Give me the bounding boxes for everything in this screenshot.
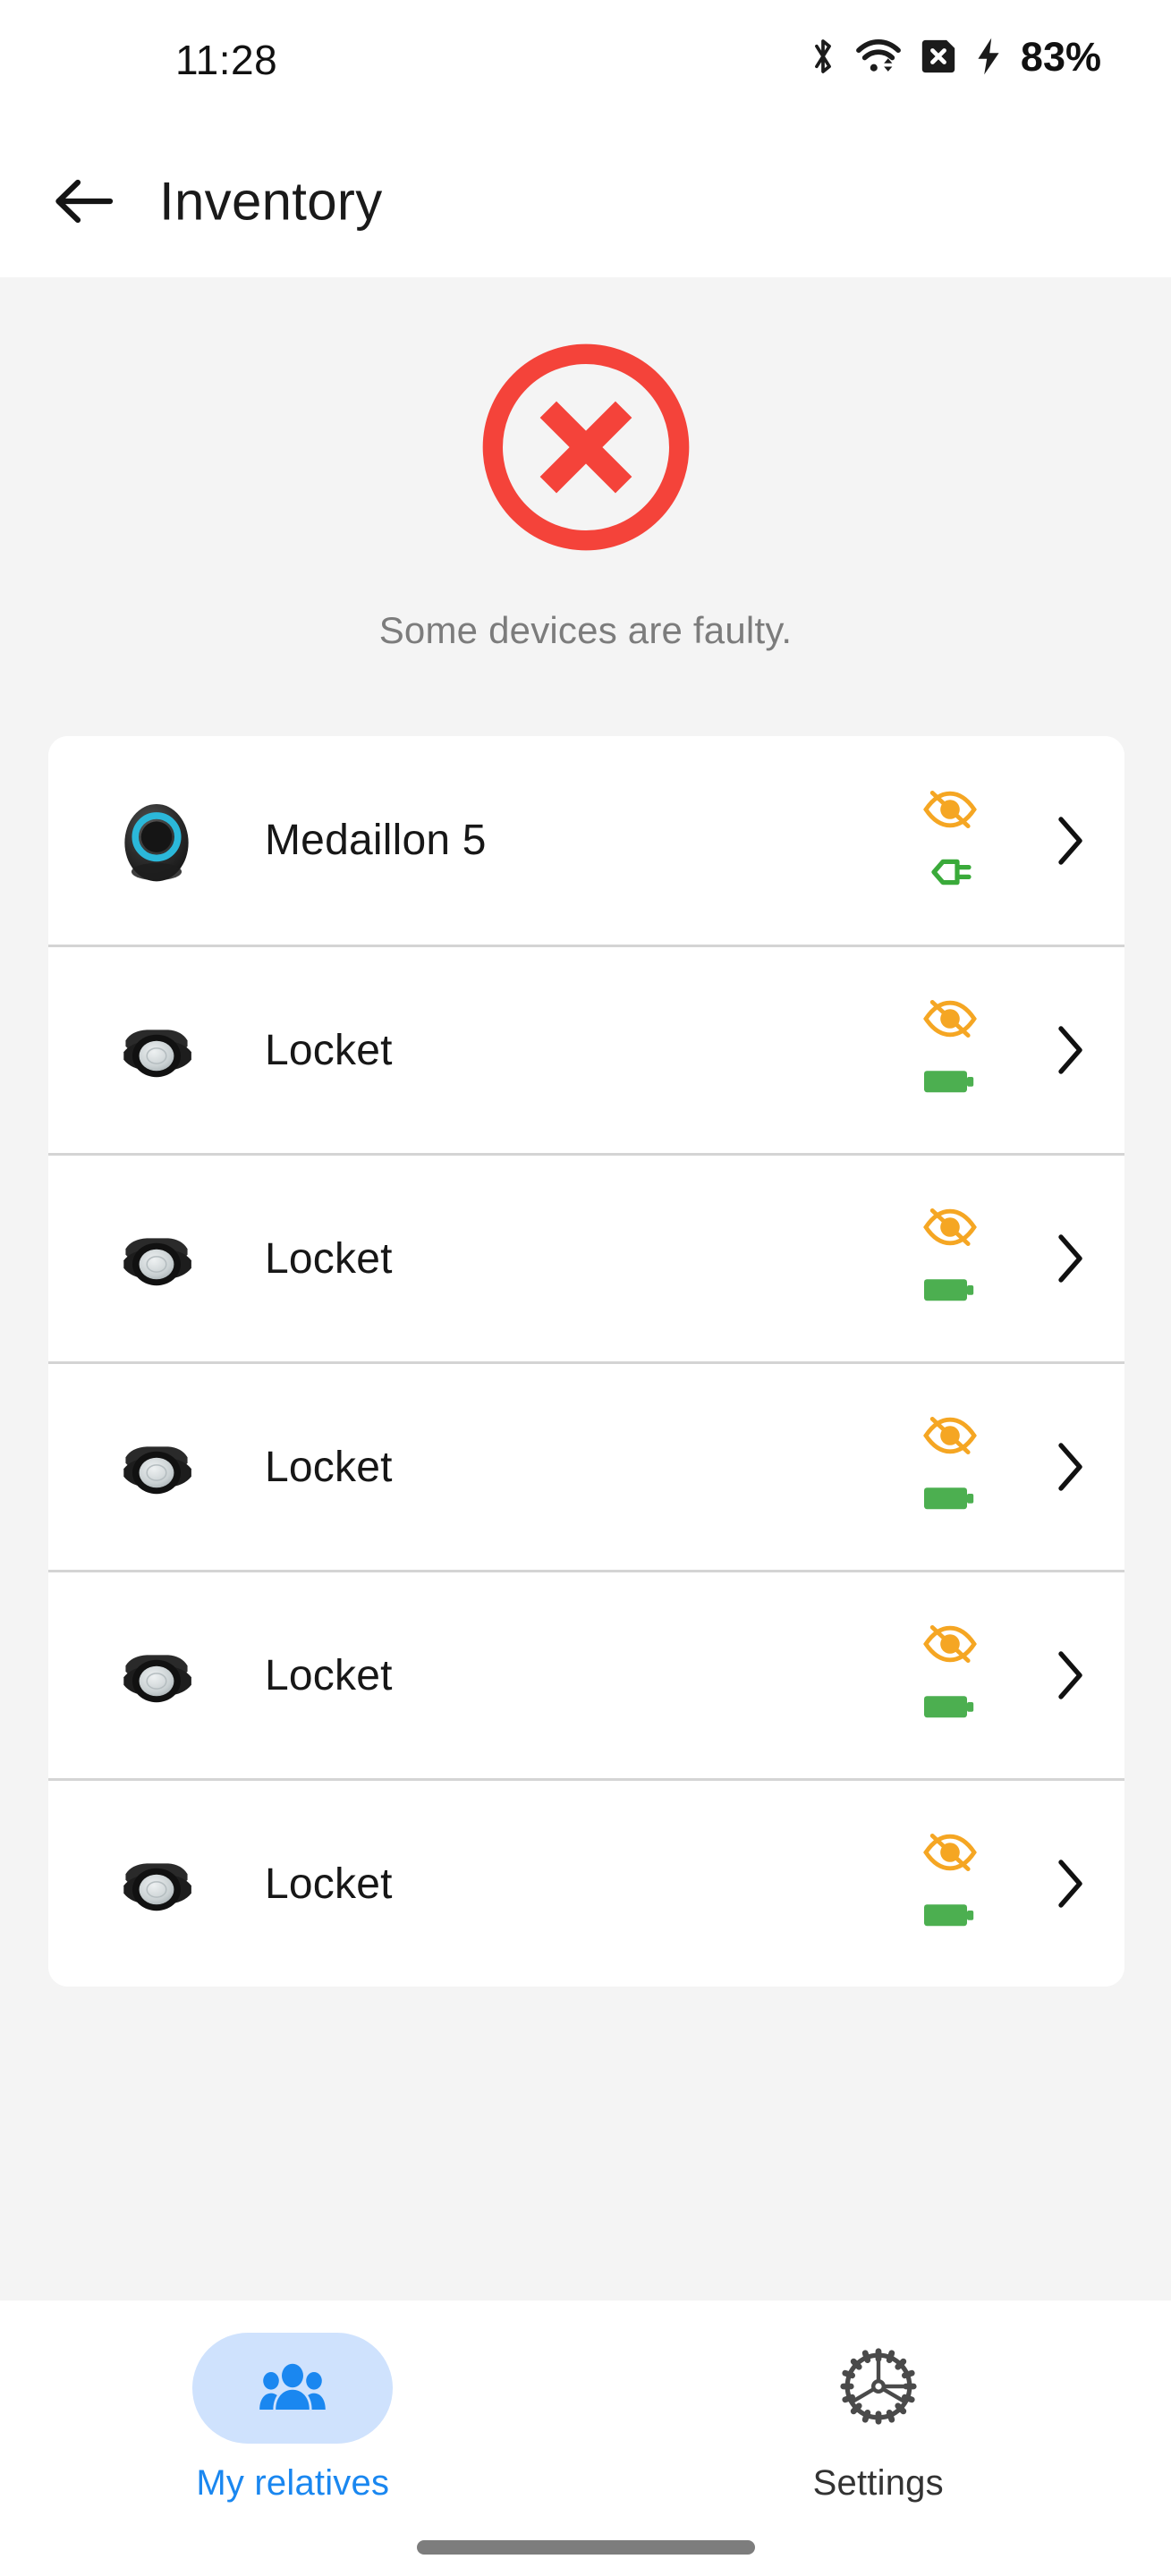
gear-icon — [836, 2343, 921, 2434]
device-status-icons — [883, 1621, 1017, 1730]
device-list-item[interactable]: Locket — [48, 945, 1124, 1153]
device-name: Locket — [265, 1234, 393, 1283]
visibility-off-icon — [922, 1204, 978, 1250]
battery-percentage-label: 83% — [1020, 33, 1101, 80]
device-status-icons — [883, 786, 1017, 895]
battery-full-icon — [922, 1058, 978, 1105]
back-button[interactable] — [52, 169, 116, 233]
chevron-right-icon[interactable] — [1017, 1857, 1124, 1911]
nav-label-settings: Settings — [812, 2463, 944, 2503]
device-name: Locket — [265, 1651, 393, 1699]
charging-bolt-icon — [976, 37, 1001, 76]
device-name: Medaillon 5 — [265, 817, 487, 864]
device-name: Locket — [265, 1026, 393, 1074]
phone-screen: 11:28 83% Inventory Some devices are fau… — [0, 0, 1171, 2576]
battery-full-icon — [922, 1892, 978, 1938]
battery-full-icon — [922, 1267, 978, 1313]
content-area: Some devices are faulty. Medaillon 5 Loc… — [0, 277, 1171, 2301]
wifi-icon — [856, 37, 901, 76]
device-list-item[interactable]: Locket — [48, 1778, 1124, 1987]
nav-label-my-relatives: My relatives — [196, 2463, 390, 2503]
battery-full-icon — [922, 1683, 978, 1730]
page-title: Inventory — [159, 171, 383, 232]
nav-active-pill — [192, 2333, 394, 2444]
locket-device-icon — [104, 1623, 209, 1728]
device-list-item[interactable]: Locket — [48, 1361, 1124, 1570]
chevron-right-icon[interactable] — [1017, 1232, 1124, 1285]
sim-card-off-icon — [919, 38, 958, 74]
battery-full-icon — [922, 1475, 978, 1521]
device-status-icons — [883, 1412, 1017, 1521]
device-status-icons — [883, 996, 1017, 1105]
device-name: Locket — [265, 1443, 393, 1491]
status-message: Some devices are faulty. — [378, 609, 793, 651]
nav-inactive-pill — [778, 2333, 979, 2444]
visibility-off-icon — [922, 1621, 978, 1667]
chevron-right-icon[interactable] — [1017, 1023, 1124, 1077]
back-arrow-icon — [55, 179, 114, 224]
locket-device-icon — [104, 1831, 209, 1936]
visibility-off-icon — [922, 786, 978, 833]
status-bar: 11:28 83% — [0, 0, 1171, 125]
nav-item-settings[interactable]: Settings — [586, 2301, 1171, 2576]
medaillon-device-icon — [104, 788, 209, 894]
status-bar-icons: 83% — [808, 36, 1101, 77]
app-bar: Inventory — [0, 125, 1171, 277]
device-status-icons — [883, 1829, 1017, 1938]
power-plug-icon — [925, 849, 975, 895]
device-list-item[interactable]: Locket — [48, 1153, 1124, 1361]
chevron-right-icon[interactable] — [1017, 814, 1124, 868]
device-status-icons — [883, 1204, 1017, 1313]
bluetooth-icon — [808, 36, 838, 77]
device-list-card: Medaillon 5 Locket Locket Locket Locket … — [48, 736, 1124, 1987]
error-circle-x-icon — [475, 336, 697, 563]
visibility-off-icon — [922, 1829, 978, 1876]
locket-device-icon — [104, 1206, 209, 1311]
people-group-icon — [259, 2359, 327, 2419]
nav-item-my-relatives[interactable]: My relatives — [0, 2301, 586, 2576]
status-bar-clock: 11:28 — [175, 37, 278, 83]
locket-device-icon — [104, 1414, 209, 1520]
visibility-off-icon — [922, 1412, 978, 1459]
device-list-item[interactable]: Locket — [48, 1570, 1124, 1778]
chevron-right-icon[interactable] — [1017, 1648, 1124, 1702]
device-list-item[interactable]: Medaillon 5 — [48, 736, 1124, 945]
device-name: Locket — [265, 1860, 393, 1908]
inventory-status-block: Some devices are faulty. — [0, 336, 1171, 652]
locket-device-icon — [104, 997, 209, 1103]
bottom-navigation-bar: My relatives Settings — [0, 2301, 1171, 2576]
chevron-right-icon[interactable] — [1017, 1440, 1124, 1494]
visibility-off-icon — [922, 996, 978, 1042]
home-indicator[interactable] — [416, 2540, 755, 2555]
